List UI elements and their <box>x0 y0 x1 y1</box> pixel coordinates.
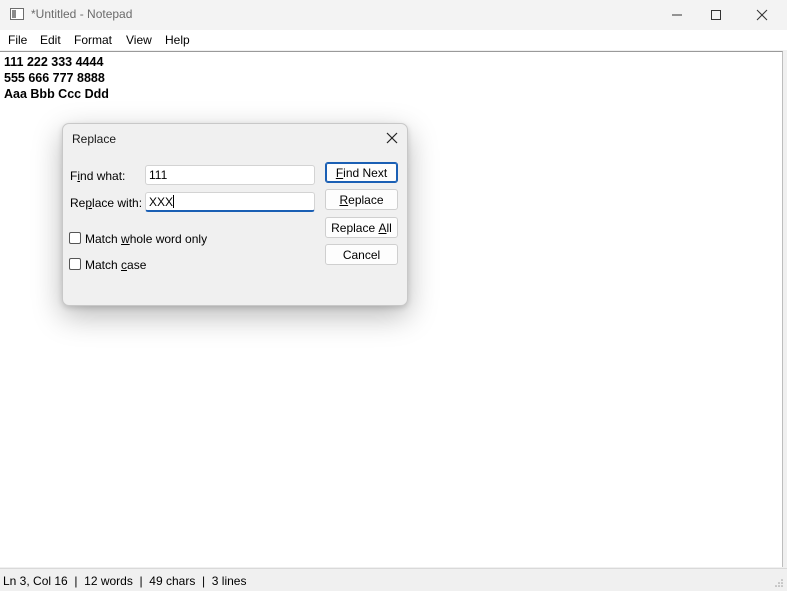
window-title: *Untitled - Notepad <box>31 7 133 21</box>
replace-dialog: Replace Find what: 111 Replace with: XXX… <box>62 123 408 306</box>
replace-with-label: Replace with: <box>70 196 143 210</box>
menu-edit[interactable]: Edit <box>40 33 61 47</box>
minimize-icon <box>672 14 682 16</box>
find-next-button[interactable]: Find Next <box>325 162 398 183</box>
dialog-title: Replace <box>72 132 117 146</box>
notepad-icon <box>10 8 24 20</box>
status-text: Ln 3, Col 16 | 12 words | 49 chars | 3 l… <box>3 574 247 588</box>
close-icon <box>756 9 768 21</box>
menu-help[interactable]: Help <box>165 33 190 47</box>
close-window-button[interactable] <box>740 0 784 30</box>
match-case-label[interactable]: Match case <box>85 258 146 272</box>
find-what-label: Find what: <box>70 169 126 183</box>
editor-line: 111 222 333 4444 <box>4 55 104 69</box>
maximize-icon <box>711 10 721 20</box>
status-bar: Ln 3, Col 16 | 12 words | 49 chars | 3 l… <box>0 568 787 591</box>
menu-bar: File Edit Format View Help <box>0 30 787 50</box>
match-case-checkbox[interactable] <box>69 258 81 270</box>
match-whole-word-label[interactable]: Match whole word only <box>85 232 207 246</box>
menu-view[interactable]: View <box>126 33 152 47</box>
replace-all-button[interactable]: Replace All <box>325 217 398 238</box>
replace-button[interactable]: Replace <box>325 189 398 210</box>
match-whole-word-checkbox[interactable] <box>69 232 81 244</box>
find-what-input[interactable]: 111 <box>145 165 315 185</box>
menu-file[interactable]: File <box>8 33 27 47</box>
resize-grip-icon[interactable] <box>774 578 784 588</box>
replace-with-input[interactable]: XXX <box>145 192 315 212</box>
maximize-button[interactable] <box>694 0 738 30</box>
title-bar: *Untitled - Notepad <box>0 0 787 30</box>
menu-format[interactable]: Format <box>74 33 112 47</box>
editor-line: 555 666 777 8888 <box>4 71 105 85</box>
text-caret <box>173 195 175 208</box>
editor-line: Aaa Bbb Ccc Ddd <box>4 87 109 101</box>
dialog-close-button[interactable] <box>385 131 399 145</box>
cancel-button[interactable]: Cancel <box>325 244 398 265</box>
minimize-button[interactable] <box>655 0 699 30</box>
